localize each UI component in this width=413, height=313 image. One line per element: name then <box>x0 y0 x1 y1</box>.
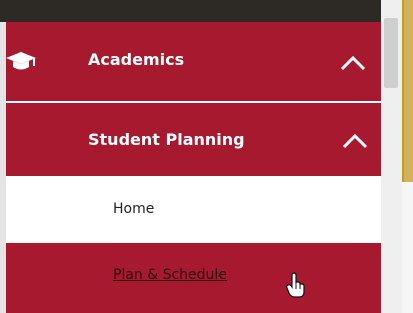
graduation-cap-icon <box>6 52 36 70</box>
nav-item-home[interactable]: Home <box>6 176 381 243</box>
nav-item-student-planning[interactable]: Student Planning <box>6 103 381 176</box>
hand-cursor-icon <box>286 272 305 298</box>
scrollbar[interactable] <box>381 0 402 313</box>
chevron-up-icon[interactable] <box>341 132 369 150</box>
nav-item-academics[interactable]: Academics <box>6 22 381 102</box>
right-panel <box>402 0 413 313</box>
right-panel-accent <box>402 0 413 182</box>
nav-item-plan-schedule[interactable]: Plan & Schedule <box>6 243 381 313</box>
student-planning-label: Student Planning <box>88 130 245 149</box>
top-strip <box>0 0 381 22</box>
scrollbar-thumb[interactable] <box>384 18 398 88</box>
plan-schedule-link[interactable]: Plan & Schedule <box>113 267 227 283</box>
home-link[interactable]: Home <box>113 201 154 217</box>
viewport: Academics Student Planning Home Plan & S… <box>0 0 413 313</box>
chevron-up-icon[interactable] <box>339 54 367 72</box>
academics-label: Academics <box>88 50 185 69</box>
